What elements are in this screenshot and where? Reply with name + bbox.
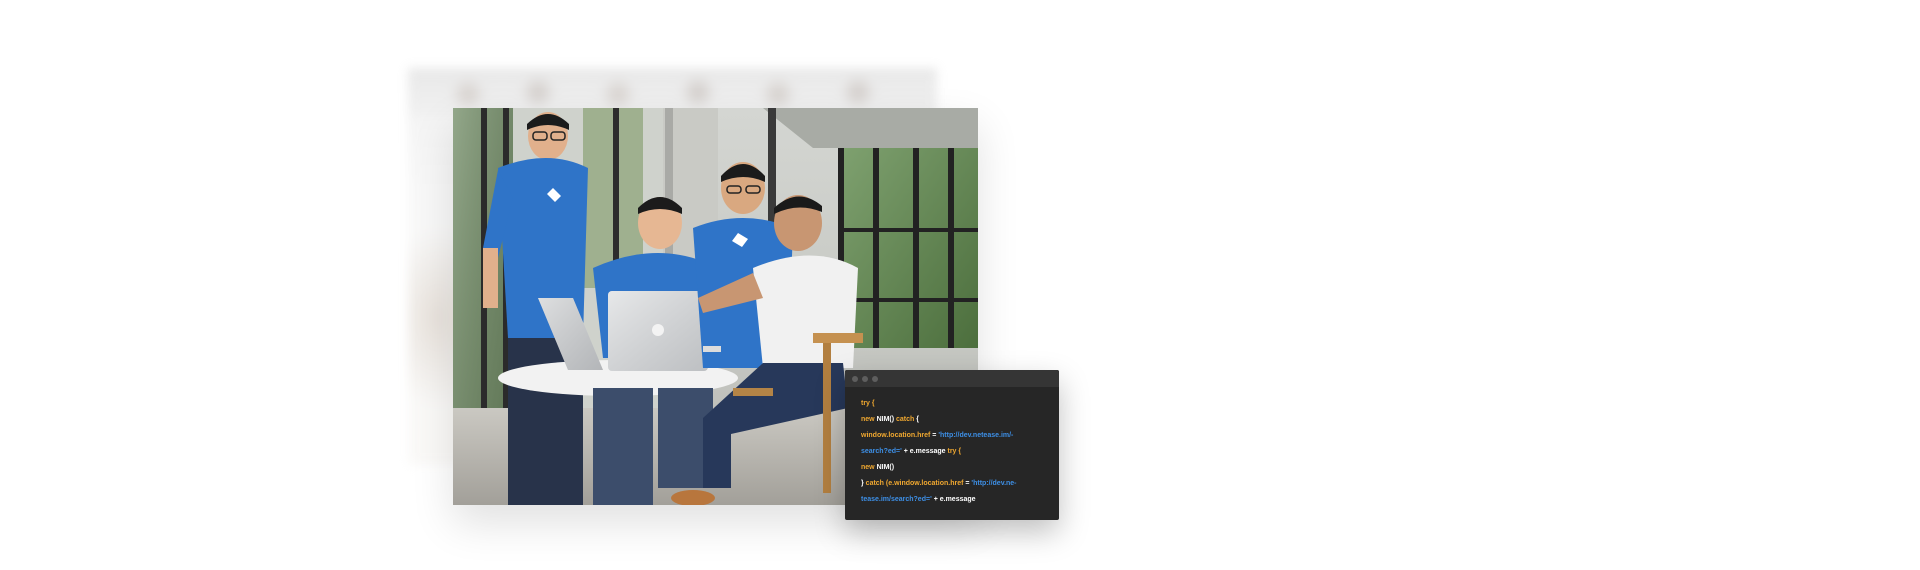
code-line: tease.im/search?ed=' + e.message bbox=[861, 492, 1059, 508]
code-line: new NIM() bbox=[861, 460, 1059, 476]
code-body: try { new NIM() catch { window.location.… bbox=[845, 387, 1059, 508]
code-token: search?ed=' bbox=[861, 448, 904, 455]
code-token: NIM() bbox=[876, 464, 895, 471]
code-line: search?ed=' + e.message try { bbox=[861, 444, 1059, 460]
code-token: 'http://dev.netease.im/- bbox=[938, 432, 1014, 439]
code-token: window.location.href bbox=[861, 432, 933, 439]
code-token: catch (e.window.location.href bbox=[865, 480, 966, 487]
code-token: try { bbox=[861, 400, 875, 407]
code-line: new NIM() catch { bbox=[861, 412, 1059, 428]
code-token: new bbox=[861, 416, 877, 423]
code-window-titlebar bbox=[845, 370, 1059, 387]
code-line: try { bbox=[861, 396, 1059, 412]
code-line: } catch (e.window.location.href = 'http:… bbox=[861, 476, 1059, 492]
code-token: NIM() bbox=[876, 416, 897, 423]
code-window: try { new NIM() catch { window.location.… bbox=[845, 370, 1059, 520]
code-token: 'http://dev.ne- bbox=[971, 480, 1017, 487]
laptop-center bbox=[608, 291, 708, 371]
code-token: + e.message bbox=[903, 448, 948, 455]
window-dot-icon bbox=[862, 376, 868, 382]
code-token: e.message bbox=[939, 496, 976, 503]
code-token: { bbox=[916, 416, 919, 423]
code-line: window.location.href = 'http://dev.netea… bbox=[861, 428, 1059, 444]
window-dot-icon bbox=[852, 376, 858, 382]
code-token: catch bbox=[896, 416, 917, 423]
code-token: new bbox=[861, 464, 877, 471]
window-dot-icon bbox=[872, 376, 878, 382]
code-token: try { bbox=[947, 448, 962, 455]
code-token: tease.im/search?ed=' bbox=[861, 496, 934, 503]
